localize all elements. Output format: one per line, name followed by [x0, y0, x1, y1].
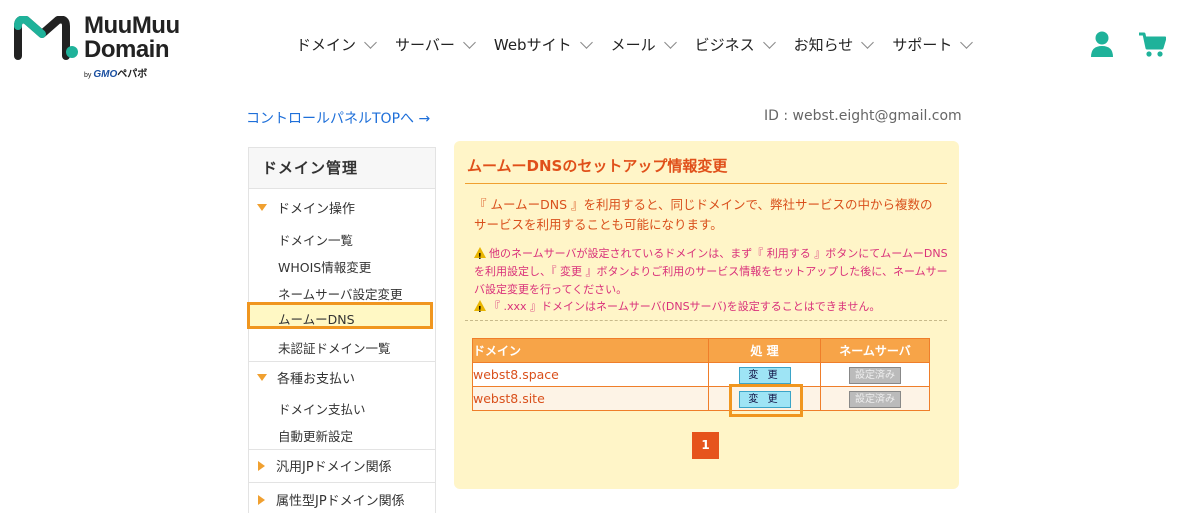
brand-byline: by GMOペパボ — [84, 69, 148, 80]
table-row: webst8.site 変 更 設定済み — [472, 386, 930, 411]
sidebar-item-whois[interactable]: WHOIS情報変更 — [278, 257, 371, 276]
sidebar-item-nameserver[interactable]: ネームサーバ設定変更 — [278, 284, 403, 303]
logo-mark-icon — [14, 16, 78, 60]
sidebar-item-muumuu-dns[interactable]: ムームーDNS — [247, 302, 433, 329]
panel-divider — [465, 183, 947, 184]
col-header-nameserver: ネームサーバ — [820, 338, 930, 363]
sidebar-group-domain-ops[interactable]: ドメイン操作 — [249, 198, 435, 217]
nameserver-set-button[interactable]: 設定済み — [849, 366, 901, 384]
domain-table: ドメイン 処 理 ネームサーバ webst8.space 変 更 設定済み we… — [472, 338, 930, 411]
domain-cell: webst8.space — [472, 362, 709, 387]
nav-server[interactable]: サーバー — [395, 34, 476, 55]
chevron-down-icon — [579, 36, 593, 49]
domain-cell: webst8.site — [472, 386, 709, 411]
sidebar-divider — [249, 361, 435, 362]
table-header-row: ドメイン 処 理 ネームサーバ — [472, 338, 930, 363]
sidebar-group-payments[interactable]: 各種お支払い — [249, 368, 435, 387]
sidebar-item-domain-list[interactable]: ドメイン一覧 — [278, 230, 353, 249]
change-button[interactable]: 変 更 — [738, 366, 791, 384]
warning-1: 他のネームサーバが設定されているドメインは、まず『 利用する 』ボタンにてムーム… — [474, 245, 952, 299]
control-panel-top-link[interactable]: コントロールパネルTOPへ → — [246, 108, 430, 128]
brand-name: MuuMuu Domain — [84, 12, 180, 63]
nav-news[interactable]: お知らせ — [794, 34, 875, 55]
pagination-page-1[interactable]: 1 — [692, 432, 719, 459]
triangle-right-icon — [258, 494, 265, 505]
chevron-down-icon — [960, 36, 974, 49]
sidebar-divider — [249, 482, 435, 483]
account-id: ID : webst.eight@gmail.com — [764, 108, 962, 124]
chevron-down-icon — [364, 36, 377, 49]
main-nav: ドメイン サーバー Webサイト メール ビジネス お知らせ サポート — [296, 34, 991, 55]
sidebar-group-jp-general[interactable]: 汎用JPドメイン関係 — [249, 456, 435, 475]
col-header-domain: ドメイン — [472, 338, 709, 363]
chevron-down-icon — [861, 36, 875, 49]
table-row: webst8.space 変 更 設定済み — [472, 362, 930, 387]
chevron-down-icon — [663, 36, 677, 49]
dashed-divider — [465, 320, 947, 321]
nav-business[interactable]: ビジネス — [695, 34, 776, 55]
cart-icon[interactable] — [1138, 30, 1166, 58]
nav-domain[interactable]: ドメイン — [296, 34, 377, 55]
sidebar-title: ドメイン管理 — [249, 148, 435, 189]
nameserver-set-button[interactable]: 設定済み — [849, 390, 901, 408]
warning-2: 『 .xxx 』ドメインはネームサーバ(DNSサーバ)を設定することはできません… — [474, 298, 952, 319]
panel-title: ムームーDNSのセットアップ情報変更 — [467, 157, 728, 175]
warning-icon — [474, 300, 486, 319]
nav-mail[interactable]: メール — [611, 34, 677, 55]
chevron-down-icon — [463, 36, 476, 49]
warning-icon — [474, 247, 486, 266]
triangle-right-icon — [258, 460, 265, 471]
triangle-down-icon — [257, 374, 267, 381]
sidebar-item-auto-renew[interactable]: 自動更新設定 — [278, 426, 353, 445]
sidebar-group-jp-attribute[interactable]: 属性型JPドメイン関係 — [249, 490, 435, 509]
chevron-down-icon — [762, 36, 776, 49]
nav-website[interactable]: Webサイト — [494, 34, 593, 55]
col-header-action: 処 理 — [708, 338, 821, 363]
panel-description: 『 ムームーDNS 』を利用すると、同じドメインで、弊社サービスの中から複数のサ… — [474, 197, 933, 232]
nav-support[interactable]: サポート — [892, 34, 974, 55]
sidebar: ドメイン管理 ドメイン操作 ドメイン一覧 WHOIS情報変更 ネームサーバ設定変… — [248, 147, 436, 513]
highlight-change-button — [729, 384, 803, 417]
triangle-down-icon — [257, 204, 267, 211]
user-icon[interactable] — [1090, 30, 1114, 58]
brand-logo[interactable]: MuuMuu Domain by GMOペパボ — [14, 14, 214, 80]
sidebar-item-unverified[interactable]: 未認証ドメイン一覧 — [278, 338, 391, 357]
sidebar-divider — [249, 449, 435, 450]
sidebar-item-domain-payment[interactable]: ドメイン支払い — [278, 399, 366, 418]
